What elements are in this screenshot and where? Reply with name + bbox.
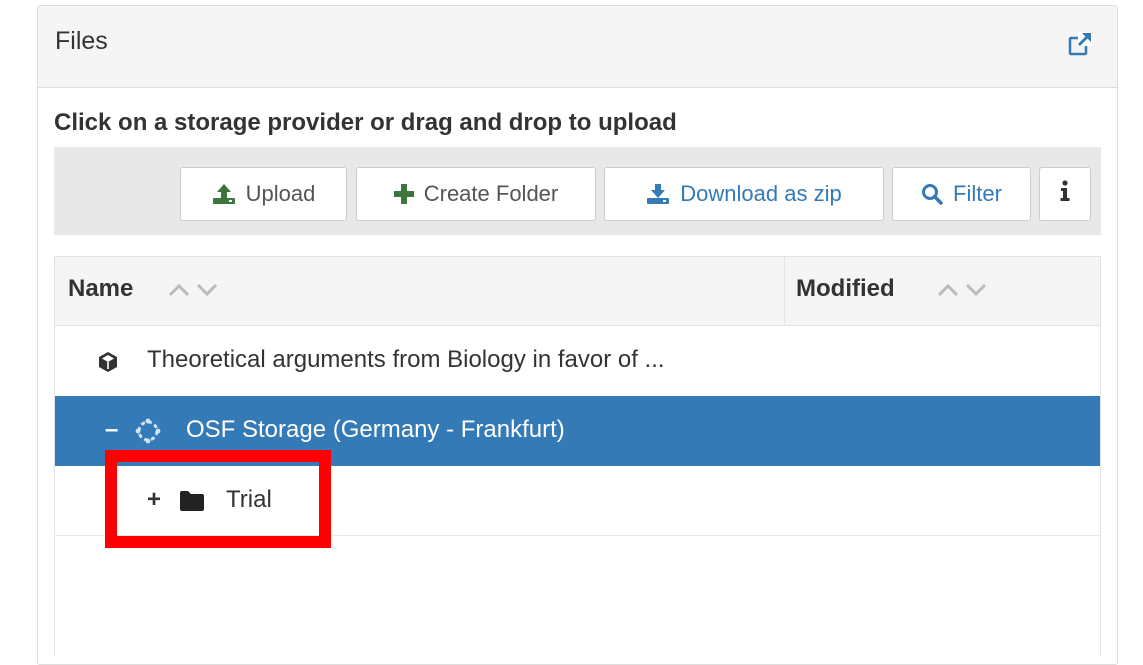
sort-ascending-icon[interactable] [937,283,959,297]
filter-button[interactable]: Filter [892,167,1031,221]
project-row[interactable]: Theoretical arguments from Biology in fa… [55,326,1100,396]
project-name: Theoretical arguments from Biology in fa… [147,346,665,373]
sort-ascending-icon[interactable] [168,283,190,297]
search-icon [921,183,943,205]
external-link-icon[interactable] [1067,31,1093,57]
upload-label: Upload [245,181,316,206]
sort-descending-icon[interactable] [965,283,987,297]
column-name-label: Name [68,275,134,302]
create-folder-label: Create Folder [423,181,559,206]
grid-header: Name Modified [55,257,1100,326]
upload-instruction: Click on a storage provider or drag and … [54,109,677,136]
column-header-name[interactable]: Name [55,257,785,325]
info-button[interactable] [1039,167,1091,221]
collapse-toggle[interactable]: – [105,416,118,444]
plus-icon [393,184,414,204]
storage-name: OSF Storage (Germany - Frankfurt) [186,416,565,443]
cube-icon [97,351,119,373]
filter-label: Filter [953,181,1002,206]
download-zip-button[interactable]: Download as zip [604,167,884,221]
sort-descending-icon[interactable] [196,283,218,297]
download-zip-label: Download as zip [680,181,842,206]
files-toolbar: Upload Create Folder Download as zip Fil… [54,147,1101,235]
highlight-box [105,450,331,548]
create-folder-button[interactable]: Create Folder [356,167,596,221]
panel-heading: Files [38,6,1117,88]
upload-button[interactable]: Upload [180,167,347,221]
osf-storage-icon [135,418,161,444]
download-icon [646,183,670,205]
column-header-modified[interactable]: Modified [785,257,1102,325]
column-modified-label: Modified [796,275,895,302]
upload-icon [212,183,236,205]
panel-title: Files [55,27,108,55]
info-icon [1059,180,1071,208]
